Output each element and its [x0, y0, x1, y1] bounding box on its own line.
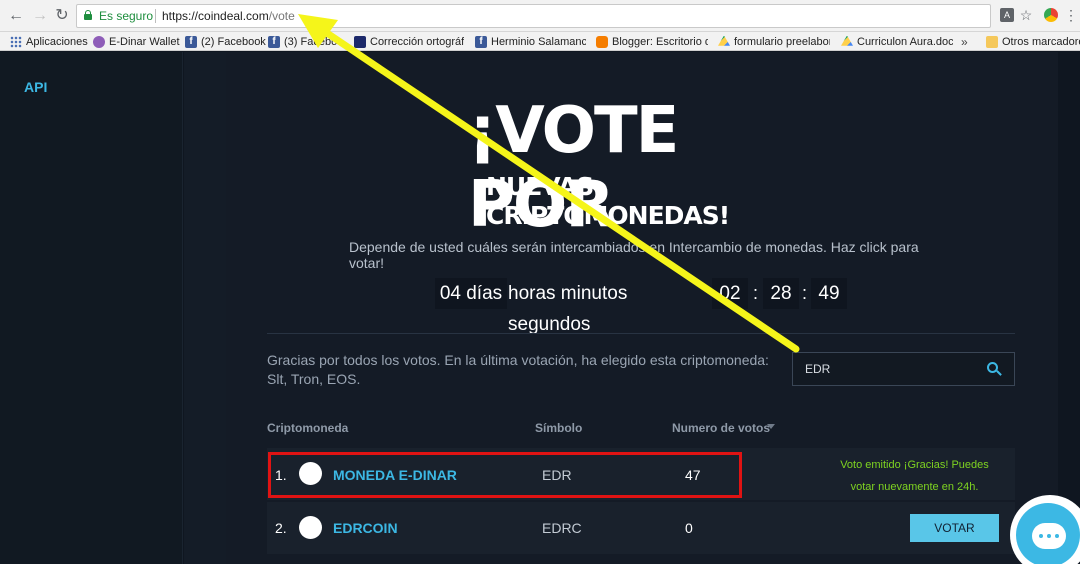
sidebar-item-api[interactable]: API	[24, 79, 47, 95]
bookmark-label: formulario preelabor	[734, 35, 830, 48]
bookmark-apps[interactable]: Aplicaciones	[10, 34, 88, 49]
forward-icon[interactable]: →	[30, 6, 50, 26]
address-separator	[155, 9, 156, 23]
countdown-colon: :	[753, 283, 759, 303]
apps-icon	[10, 35, 22, 48]
spellcheck-icon	[354, 35, 366, 48]
facebook-icon: f	[268, 35, 280, 48]
bookmarks-overflow[interactable]: »	[961, 34, 968, 49]
bookmark-other[interactable]: Otros marcadores	[986, 34, 1080, 49]
coin-name-link[interactable]: EDRCOIN	[333, 520, 398, 536]
left-gutter	[184, 52, 226, 564]
countdown-minutes: 28	[763, 278, 799, 309]
url-text[interactable]: https://coindeal.com/vote	[162, 9, 295, 23]
page-subtitle: NUEVAS CRIPTOMONEDAS!	[486, 172, 730, 230]
bookmarks-bar: Aplicaciones E-Dinar Wallet f (2) Faceboo…	[0, 32, 1080, 51]
secure-label: Es seguro	[99, 9, 154, 23]
folder-icon	[986, 35, 998, 48]
sidebar: API	[0, 52, 183, 564]
bookmark-label: Corrección ortográfic	[370, 35, 464, 48]
countdown-hours: 02	[712, 278, 748, 309]
bookmark-formulario[interactable]: formulario preelabor	[718, 34, 830, 49]
bookmark-herminio[interactable]: f Herminio Salamanca	[475, 34, 586, 49]
bookmark-label: E-Dinar Wallet	[109, 35, 180, 48]
coin-symbol: EDRC	[542, 520, 582, 536]
bookmark-star-icon[interactable]: ☆	[1019, 8, 1033, 22]
overflow-label: »	[961, 34, 968, 49]
translate-icon[interactable]: A	[1000, 8, 1014, 22]
url-path: /vote	[268, 9, 295, 23]
coin-rank: 2.	[275, 520, 287, 536]
browser-toolbar: ← → ↻ Es seguro https://coindeal.com/vot…	[0, 0, 1080, 32]
bookmark-label: Aplicaciones	[26, 35, 88, 48]
coin-logo	[299, 516, 322, 539]
vote-description: Depende de usted cuáles serán intercambi…	[349, 239, 919, 271]
sort-down-icon[interactable]	[767, 424, 775, 429]
back-icon[interactable]: ←	[6, 6, 26, 26]
thanks-message: Gracias por todos los votos. En la últim…	[267, 352, 769, 387]
table-row: 2. EDRCOIN EDRC 0 VOTAR	[267, 502, 1015, 554]
bookmark-facebook-2[interactable]: f (2) Facebook	[185, 34, 266, 49]
reload-icon[interactable]: ↻	[52, 6, 72, 26]
bookmark-label: Curriculon Aura.docx	[857, 35, 953, 48]
section-divider	[267, 333, 1015, 334]
extension-icon[interactable]	[1044, 8, 1058, 22]
column-header-votes[interactable]: Numero de votos	[672, 421, 770, 435]
drive-icon	[718, 35, 730, 46]
column-header-symbol: Símbolo	[535, 421, 583, 435]
facebook-icon: f	[185, 35, 197, 48]
column-header-coin: Criptomoneda	[267, 421, 349, 435]
countdown-days: 04 días	[435, 278, 507, 309]
countdown-colon: :	[802, 283, 808, 303]
chat-bubble-icon	[1032, 523, 1066, 549]
bookmark-label: Herminio Salamanca	[491, 35, 586, 48]
bookmark-edinar-wallet[interactable]: E-Dinar Wallet	[93, 34, 180, 49]
vote-status-message: Voto emitido ¡Gracias! Puedes votar nuev…	[840, 459, 989, 493]
countdown-labels: horas minutos segundos	[508, 283, 628, 335]
chat-widget-circle	[1016, 503, 1080, 564]
bookmark-label: Blogger: Escritorio de	[612, 35, 708, 48]
facebook-icon: f	[475, 35, 487, 48]
lock-icon	[84, 10, 92, 20]
countdown-seconds: 49	[811, 278, 847, 309]
search-icon[interactable]	[987, 362, 1002, 376]
blogger-icon	[596, 35, 608, 48]
browser-menu-icon[interactable]: ⋮	[1064, 8, 1078, 22]
coin-votes: 0	[685, 520, 693, 536]
bookmark-correccion[interactable]: Corrección ortográfic	[354, 34, 464, 49]
search-input[interactable]	[793, 353, 973, 385]
address-bar[interactable]: Es seguro https://coindeal.com/vote	[76, 4, 991, 28]
bookmark-blogger[interactable]: Blogger: Escritorio de	[596, 34, 708, 49]
highlight-box	[268, 452, 742, 498]
right-gutter	[1058, 52, 1080, 564]
bookmark-label: (3) Facebook	[284, 35, 340, 48]
bookmark-facebook-3[interactable]: f (3) Facebook	[268, 34, 340, 49]
bookmark-curriculum[interactable]: Curriculon Aura.docx	[841, 34, 953, 49]
edinar-icon	[93, 35, 105, 48]
url-host: https://coindeal.com	[162, 9, 269, 23]
bookmark-label: Otros marcadores	[1002, 35, 1080, 48]
drive-icon	[841, 35, 853, 46]
bookmark-label: (2) Facebook	[201, 35, 266, 48]
coin-search	[792, 352, 1015, 386]
vote-button[interactable]: VOTAR	[910, 514, 999, 542]
